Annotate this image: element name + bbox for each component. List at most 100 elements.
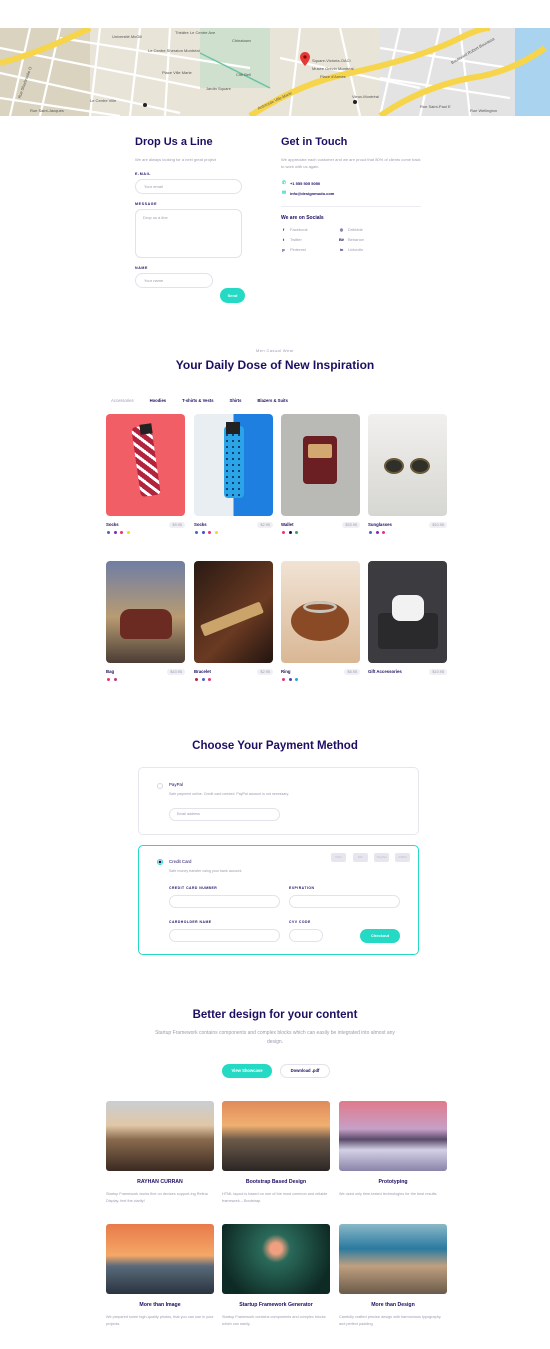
credit-card-option[interactable]: Credit Card Safe money transfer using yo… bbox=[138, 845, 419, 955]
visa-icon: VISA bbox=[331, 853, 346, 862]
color-swatches bbox=[281, 530, 360, 535]
social-link-linkedin[interactable]: in LinkedIn bbox=[339, 247, 399, 252]
product-card[interactable]: Socks $2.95 bbox=[194, 414, 273, 535]
product-name: Ring bbox=[281, 669, 291, 674]
tab-hoodies[interactable]: Hoodies bbox=[150, 398, 167, 403]
color-swatch[interactable] bbox=[106, 530, 111, 535]
color-swatch[interactable] bbox=[287, 530, 293, 535]
feature-card[interactable]: More than Design Carefully crafted preci… bbox=[339, 1224, 447, 1327]
color-swatch[interactable] bbox=[207, 530, 212, 535]
color-swatch[interactable] bbox=[213, 530, 219, 535]
email-field[interactable]: Your email bbox=[135, 179, 242, 194]
product-image[interactable] bbox=[194, 414, 273, 516]
feature-card[interactable]: RAYHAN CURRAN Startup Framework works fi… bbox=[106, 1101, 214, 1204]
credit-card-subtitle: Safe money transfer using your bank acco… bbox=[169, 869, 243, 873]
map-label: Université McGill bbox=[112, 34, 143, 39]
paypal-subtitle: Safe payment online. Credit card needed.… bbox=[169, 792, 289, 796]
product-card[interactable]: Ring $6.95 bbox=[281, 561, 360, 682]
color-swatch[interactable] bbox=[374, 530, 380, 535]
product-price: $33.95 bbox=[342, 521, 360, 528]
tab-shirts[interactable]: Shirts bbox=[230, 398, 242, 403]
social-label: Twitter bbox=[290, 237, 302, 242]
send-button[interactable]: Send bbox=[220, 288, 245, 303]
product-card[interactable]: Bracelet $2.95 bbox=[194, 561, 273, 682]
checkout-button[interactable]: Checkout bbox=[360, 929, 400, 943]
credit-card-title: Credit Card bbox=[169, 859, 192, 864]
cardholder-label: CARDHOLDER NAME bbox=[169, 920, 212, 924]
color-swatch[interactable] bbox=[207, 677, 212, 682]
social-link-facebook[interactable]: f Facebook bbox=[281, 227, 339, 232]
product-name: Socks bbox=[194, 522, 207, 527]
product-image[interactable] bbox=[106, 414, 185, 516]
color-swatch[interactable] bbox=[194, 677, 199, 682]
view-showcase-button[interactable]: View Showcase bbox=[222, 1064, 272, 1078]
product-image[interactable] bbox=[368, 561, 447, 663]
download-pdf-button[interactable]: Download .pdf bbox=[280, 1064, 330, 1078]
social-link-behance[interactable]: Bē Behance bbox=[339, 237, 399, 242]
feature-title: RAYHAN CURRAN bbox=[137, 1179, 183, 1185]
social-link-dribbble[interactable]: ◎ Dribbble bbox=[339, 227, 399, 232]
color-swatch[interactable] bbox=[106, 677, 111, 682]
product-image[interactable] bbox=[281, 414, 360, 516]
color-swatch[interactable] bbox=[287, 677, 293, 682]
expiration-field[interactable] bbox=[289, 895, 400, 908]
feature-title: Startup Framework Generator bbox=[239, 1302, 313, 1308]
credit-card-radio[interactable] bbox=[157, 859, 163, 865]
color-swatch[interactable] bbox=[200, 530, 206, 535]
message-field[interactable]: Drop us a line bbox=[135, 209, 242, 258]
card-number-field[interactable] bbox=[169, 895, 280, 908]
color-swatch[interactable] bbox=[200, 677, 206, 682]
feature-text: Startup Framework contains components an… bbox=[222, 1315, 326, 1326]
feature-image bbox=[339, 1101, 447, 1171]
color-swatch[interactable] bbox=[281, 530, 286, 535]
paypal-email-field[interactable]: Email address bbox=[169, 808, 280, 821]
product-card[interactable]: Bag $43.95 bbox=[106, 561, 185, 682]
map-label: Square-Victoria-OACI bbox=[312, 58, 351, 63]
name-field[interactable]: Your name bbox=[135, 273, 213, 288]
tab-blazers[interactable]: Blazers & Suits bbox=[257, 398, 288, 403]
color-swatches bbox=[194, 530, 273, 535]
paypal-option[interactable]: PayPal Safe payment online. Credit card … bbox=[138, 767, 419, 835]
product-card[interactable]: Gift Accessories $10.95 bbox=[368, 561, 447, 677]
dribbble-icon: ◎ bbox=[339, 227, 344, 232]
product-name: Bracelet bbox=[194, 669, 211, 674]
product-card[interactable]: Socks $9.95 bbox=[106, 414, 185, 535]
twitter-icon: t bbox=[282, 237, 285, 242]
color-swatch[interactable] bbox=[194, 530, 199, 535]
product-price: $2.95 bbox=[257, 668, 273, 675]
color-swatch[interactable] bbox=[368, 530, 373, 535]
tab-accessories[interactable]: Accessories bbox=[111, 398, 134, 403]
product-card[interactable]: Sunglasses $10.95 bbox=[368, 414, 447, 535]
feature-card[interactable]: Bootstrap Based Design HTML layout is ba… bbox=[222, 1101, 330, 1204]
location-map[interactable]: Rue Sherbrooke O Théâtre Le Centre Ave U… bbox=[0, 28, 550, 116]
tab-tshirts[interactable]: T-shirts & Vests bbox=[182, 398, 213, 403]
color-swatch[interactable] bbox=[112, 677, 118, 682]
color-swatch[interactable] bbox=[294, 530, 299, 535]
color-swatch[interactable] bbox=[119, 530, 124, 535]
product-image[interactable] bbox=[106, 561, 185, 663]
feature-card[interactable]: More than Image We prepared some high-qu… bbox=[106, 1224, 214, 1327]
product-card[interactable]: Wallet $33.95 bbox=[281, 414, 360, 535]
product-price: $2.95 bbox=[257, 521, 273, 528]
color-swatch[interactable] bbox=[381, 530, 386, 535]
color-swatches bbox=[194, 677, 273, 682]
color-swatch[interactable] bbox=[294, 677, 299, 682]
product-image[interactable] bbox=[368, 414, 447, 516]
form-intro: We are always looking for a next great p… bbox=[135, 157, 217, 162]
email-line[interactable]: ✉ info@designmodo.com bbox=[281, 188, 421, 198]
phone-line[interactable]: ✆ +1 555 505 5050 bbox=[281, 178, 421, 188]
feature-card[interactable]: Prototyping We used only time-tested tec… bbox=[339, 1101, 447, 1198]
social-link-pinterest[interactable]: p Pinterest bbox=[281, 247, 339, 252]
feature-card[interactable]: Startup Framework Generator Startup Fram… bbox=[222, 1224, 330, 1327]
product-image[interactable] bbox=[281, 561, 360, 663]
cvv-label: CVV CODE bbox=[289, 920, 311, 924]
cvv-field[interactable] bbox=[289, 929, 323, 942]
paypal-radio[interactable] bbox=[157, 783, 163, 789]
color-swatch[interactable] bbox=[125, 530, 131, 535]
cardholder-field[interactable] bbox=[169, 929, 280, 942]
color-swatch[interactable] bbox=[112, 530, 118, 535]
color-swatch[interactable] bbox=[281, 677, 286, 682]
feature-image bbox=[106, 1101, 214, 1171]
social-link-twitter[interactable]: t Twitter bbox=[281, 237, 339, 242]
product-image[interactable] bbox=[194, 561, 273, 663]
